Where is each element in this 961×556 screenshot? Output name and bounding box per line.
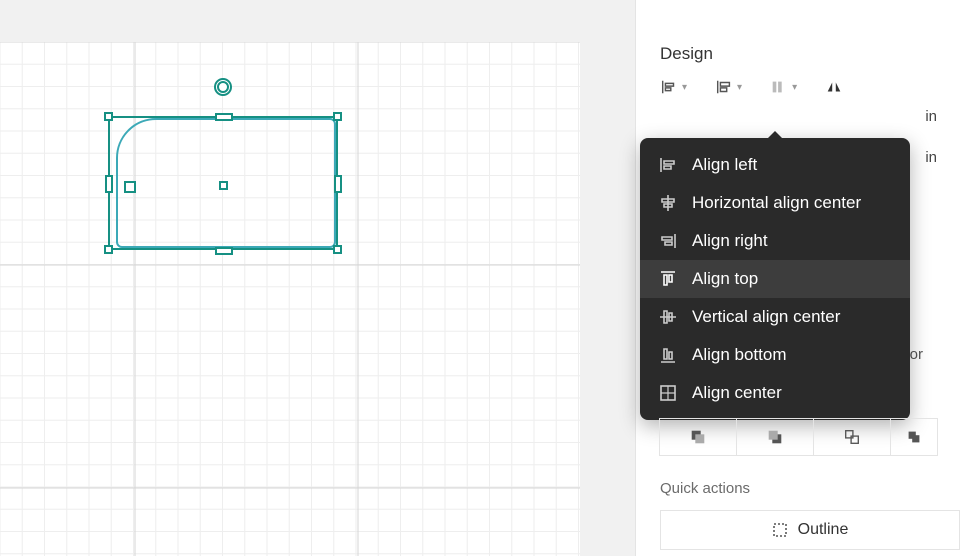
align-toolbar: ▾ ▾ ▾ <box>636 78 961 96</box>
align-vert-button[interactable]: ▾ <box>715 78 742 96</box>
send-backward-icon <box>766 428 784 446</box>
outline-icon <box>772 522 788 538</box>
rotate-handle[interactable] <box>214 78 232 96</box>
handle-tl[interactable] <box>104 112 113 121</box>
center-marker <box>219 181 228 190</box>
align-dropdown-menu: Align left Horizontal align center Align… <box>640 138 910 420</box>
handle-bm[interactable] <box>215 247 233 255</box>
handle-rm[interactable] <box>334 175 342 193</box>
v-center-icon <box>658 307 678 327</box>
bring-forward-button[interactable] <box>659 418 737 456</box>
outline-button[interactable]: Outline <box>660 510 960 550</box>
align-top-icon <box>658 269 678 289</box>
menu-h-center[interactable]: Horizontal align center <box>640 184 910 222</box>
bring-forward-icon <box>689 428 707 446</box>
menu-align-top[interactable]: Align top <box>640 260 910 298</box>
radius-handle[interactable] <box>124 181 136 193</box>
chevron-down-icon: ▾ <box>737 82 742 93</box>
chevron-down-icon: ▾ <box>792 82 797 93</box>
menu-v-center[interactable]: Vertical align center <box>640 298 910 336</box>
flip-button[interactable] <box>825 78 843 96</box>
handle-bl[interactable] <box>104 245 113 254</box>
merge-button[interactable] <box>890 418 938 456</box>
handle-lm[interactable] <box>105 175 113 193</box>
width-unit: in <box>925 108 937 125</box>
quick-actions-label: Quick actions <box>660 480 750 497</box>
top-strip <box>636 0 961 26</box>
align-left-icon <box>658 155 678 175</box>
align-center-icon <box>658 383 678 403</box>
canvas[interactable] <box>0 0 635 556</box>
handle-tr[interactable] <box>333 112 342 121</box>
truncated-label: or <box>910 346 923 363</box>
height-unit: in <box>925 149 937 166</box>
align-horiz-button[interactable]: ▾ <box>660 78 687 96</box>
distribute-button[interactable]: ▾ <box>770 78 797 96</box>
menu-align-right[interactable]: Align right <box>640 222 910 260</box>
arrange-toolbar <box>660 418 938 456</box>
handle-tm[interactable] <box>215 113 233 121</box>
menu-align-left[interactable]: Align left <box>640 146 910 184</box>
panel-title: Design <box>636 26 961 78</box>
merge-icon <box>905 428 923 446</box>
align-right-icon <box>658 231 678 251</box>
h-center-icon <box>658 193 678 213</box>
artboard[interactable] <box>0 42 580 556</box>
send-backward-button[interactable] <box>736 418 814 456</box>
group-button[interactable] <box>813 418 891 456</box>
group-icon <box>843 428 861 446</box>
align-bottom-icon <box>658 345 678 365</box>
menu-align-bottom[interactable]: Align bottom <box>640 336 910 374</box>
menu-align-center[interactable]: Align center <box>640 374 910 412</box>
handle-br[interactable] <box>333 245 342 254</box>
chevron-down-icon: ▾ <box>682 82 687 93</box>
